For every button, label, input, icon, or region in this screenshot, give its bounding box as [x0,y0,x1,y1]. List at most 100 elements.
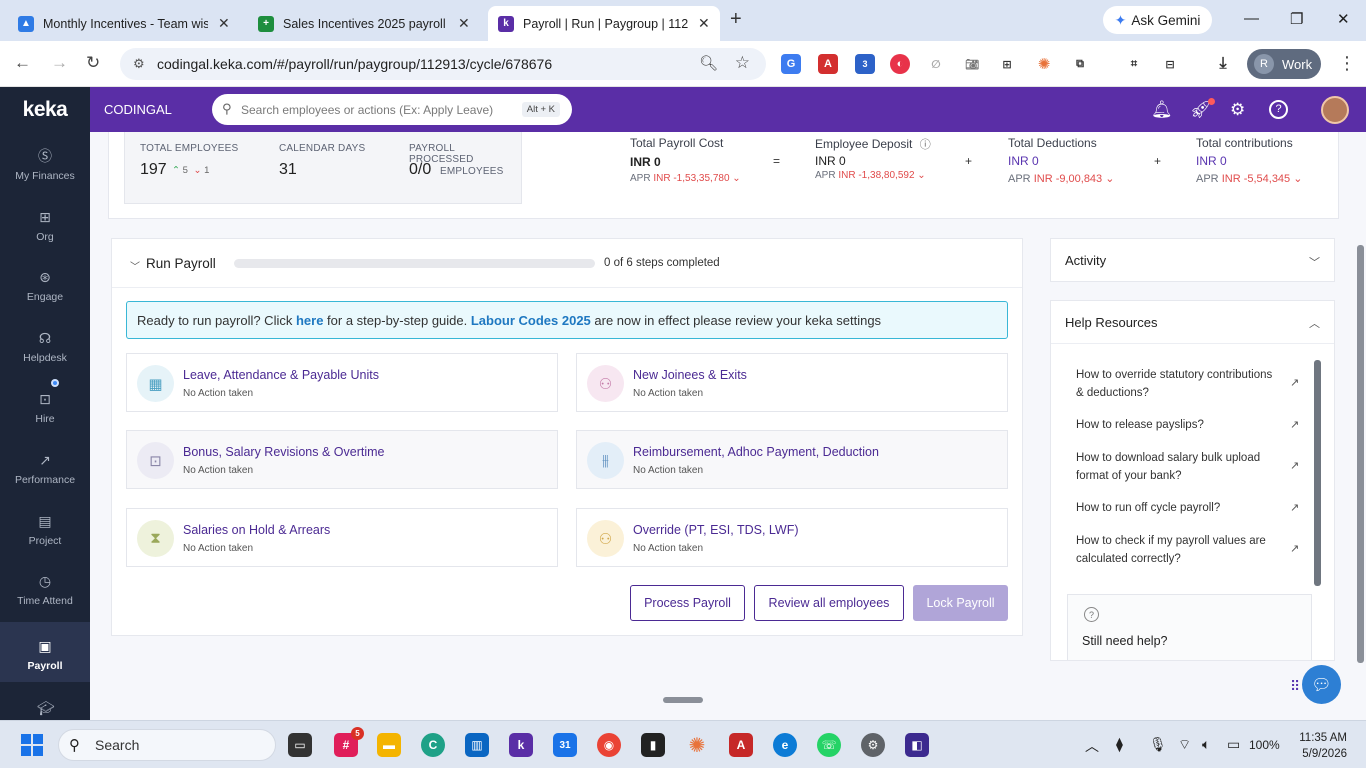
step-new-joinees-exits[interactable]: ⚇ New Joinees & Exits No Action taken [576,353,1008,412]
search-panel-icon[interactable]: ⊟ [1160,54,1180,74]
chevron-up-icon[interactable]: ︿ [1309,315,1320,331]
employee-deposit-apr[interactable]: APR INR -1,38,80,592 ⌄ [815,170,926,181]
microphone-icon[interactable]: 🎙︎ [1149,736,1167,753]
taskbar-clock[interactable]: 11:35 AM 5/9/2026 [1290,730,1347,762]
slack-icon[interactable]: #5 [334,727,364,757]
address-bar[interactable]: ⚙ codingal.keka.com/#/payroll/run/paygro… [120,48,766,80]
screenshot-icon[interactable]: ⌗ [1124,54,1144,74]
review-all-employees-button[interactable]: Review all employees [754,585,904,621]
process-payroll-button[interactable]: Process Payroll [630,585,745,621]
forward-arrow-icon[interactable]: → [51,53,68,73]
help-link-release-payslips[interactable]: How to release payslips? [1076,416,1276,434]
chevron-down-icon[interactable]: ﹀ [130,258,140,273]
battery-icon[interactable]: ▭ [1227,736,1240,753]
translate-extension-icon[interactable]: G [781,54,801,74]
minimize-icon[interactable]: — [1244,10,1259,27]
external-link-icon[interactable]: ↗ [1290,376,1299,389]
user-avatar[interactable] [1321,96,1349,124]
sunburst-app-icon[interactable]: ✺ [685,733,709,757]
slash-extension-icon[interactable]: ∅ [926,54,946,74]
more-menu-icon[interactable]: ⋮ [1338,53,1356,74]
download-icon[interactable]: ⤓ [1213,54,1233,74]
labour-codes-link[interactable]: Labour Codes 2025 [471,313,591,328]
sidebar-item-engage[interactable]: ⊛ Engage [0,253,90,313]
close-icon[interactable]: ✕ [698,15,710,32]
sidebar-item-project[interactable]: ▤ Project [0,497,90,557]
step-salaries-on-hold[interactable]: ⧗ Salaries on Hold & Arrears No Action t… [126,508,558,567]
step-reimbursement-adhoc[interactable]: ⫵ Reimbursement, Adhoc Payment, Deductio… [576,430,1008,489]
tray-chevron-up-icon[interactable]: ︿ [1085,736,1099,756]
zoom-icon[interactable]: 🔍︎ [699,54,718,72]
horizontal-scroll-handle[interactable] [663,697,703,703]
window-close-icon[interactable]: ✕ [1337,10,1350,28]
run-payroll-header[interactable]: ﹀ Run Payroll 0 of 6 steps completed [112,239,1022,288]
reload-icon[interactable]: ↻ [86,53,100,73]
grid-dots-icon[interactable]: ⠿ [1290,678,1300,695]
puzzle-extensions-icon[interactable]: ⧉ [1070,54,1090,74]
acrobat-icon[interactable]: A [729,733,753,757]
sidebar-item-hire[interactable]: ⊡ Hire [0,375,90,435]
chat-support-button[interactable]: 💬︎ [1302,665,1341,704]
help-link-check-payroll-values[interactable]: How to check if my payroll values are ca… [1076,532,1276,568]
help-scrollbar[interactable] [1314,360,1321,586]
external-link-icon[interactable]: ↗ [1290,459,1299,472]
step-override-statutory[interactable]: ⚇ Override (PT, ESI, TDS, LWF) No Action… [576,508,1008,567]
rocket-icon[interactable]: 🚀︎ [1190,98,1215,120]
lock-payroll-button[interactable]: Lock Payroll [913,585,1008,621]
capture-extension-icon[interactable]: ⊞ [997,54,1017,74]
trello-icon[interactable]: ▥ [465,733,489,757]
external-link-icon[interactable]: ↗ [1290,418,1299,431]
keka-logo[interactable]: keka [0,87,90,132]
wifi-icon[interactable]: ⌔ [1178,736,1191,754]
whatsapp-icon[interactable]: ☏ [817,733,841,757]
activity-panel[interactable]: Activity ﹀ [1050,238,1335,282]
total-contributions-apr[interactable]: APR INR -5,54,345 ⌄ [1196,172,1302,185]
file-explorer-icon[interactable]: ▬ [377,733,401,757]
total-deductions-apr[interactable]: APR INR -9,00,843 ⌄ [1008,172,1114,185]
help-link-off-cycle-payroll[interactable]: How to run off cycle payroll? [1076,499,1276,517]
total-payroll-cost-apr[interactable]: APR INR -1,53,35,780 ⌄ [630,173,741,184]
extension-badge-icon[interactable]: 3 [855,54,875,74]
back-arrow-icon[interactable]: ← [14,53,31,73]
browser-tab-monthly-incentives[interactable]: ▲ Monthly Incentives - Team wise ✕ [8,6,240,41]
total-contributions-value[interactable]: INR 0 [1196,154,1227,168]
step-leave-attendance[interactable]: ▦ Leave, Attendance & Payable Units No A… [126,353,558,412]
chrome-icon[interactable]: ◉ [597,733,621,757]
audio-app-icon[interactable]: ▮ [641,733,665,757]
guide-here-link[interactable]: here [296,313,323,328]
new-tab-button[interactable]: + [730,8,742,31]
settings-app-icon[interactable]: ⚙ [861,733,885,757]
external-link-icon[interactable]: ↗ [1290,501,1299,514]
colorful-extension-icon[interactable]: ◐ [890,54,910,74]
gear-icon[interactable]: ⚙ [1230,100,1245,120]
still-need-help-card[interactable]: ? Still need help? [1067,594,1312,660]
step-bonus-salary-revisions[interactable]: ⊡ Bonus, Salary Revisions & Overtime No … [126,430,558,489]
speaker-icon[interactable]: 🔈︎ [1202,736,1210,753]
keka-app-icon[interactable]: k [509,733,533,757]
sidebar-item-performance[interactable]: ↗ Performance [0,436,90,496]
taskbar-search[interactable]: ⚲ Search [58,729,276,761]
info-icon[interactable]: ⓘ [920,139,931,151]
windows-start-icon[interactable] [21,734,43,756]
snipping-app-icon[interactable]: ◧ [905,733,929,757]
browser-tab-sales-incentives[interactable]: + Sales Incentives 2025 payroll (M ✕ [248,6,480,41]
camera-extension-icon[interactable]: 📷︎ [962,54,982,74]
close-icon[interactable]: ✕ [218,15,230,32]
employee-search-input[interactable]: ⚲ Search employees or actions (Ex: Apply… [212,94,572,125]
sidebar-item-my-finances[interactable]: Ⓢ My Finances [0,132,90,192]
external-link-icon[interactable]: ↗ [1290,542,1299,555]
org-name[interactable]: CODINGAL [104,102,172,117]
sidebar-item-org[interactable]: ⊞ Org [0,193,90,253]
pdf-extension-icon[interactable]: A [818,54,838,74]
site-info-icon[interactable]: ⚙ [133,56,149,72]
total-deductions-value[interactable]: INR 0 [1008,154,1039,168]
sidebar-item-helpdesk[interactable]: ☊ Helpdesk [0,314,90,374]
help-link-salary-bulk-upload[interactable]: How to download salary bulk upload forma… [1076,449,1276,485]
calendar-app-icon[interactable]: 31 [553,733,577,757]
dropbox-tray-icon[interactable]: ⧫ [1116,736,1123,753]
help-icon[interactable]: ? [1269,100,1288,119]
help-link-override-statutory[interactable]: How to override statutory contributions … [1076,366,1276,402]
profile-button[interactable]: R Work [1247,49,1321,79]
edge-icon[interactable]: e [773,733,797,757]
app-c-icon[interactable]: C [421,733,445,757]
